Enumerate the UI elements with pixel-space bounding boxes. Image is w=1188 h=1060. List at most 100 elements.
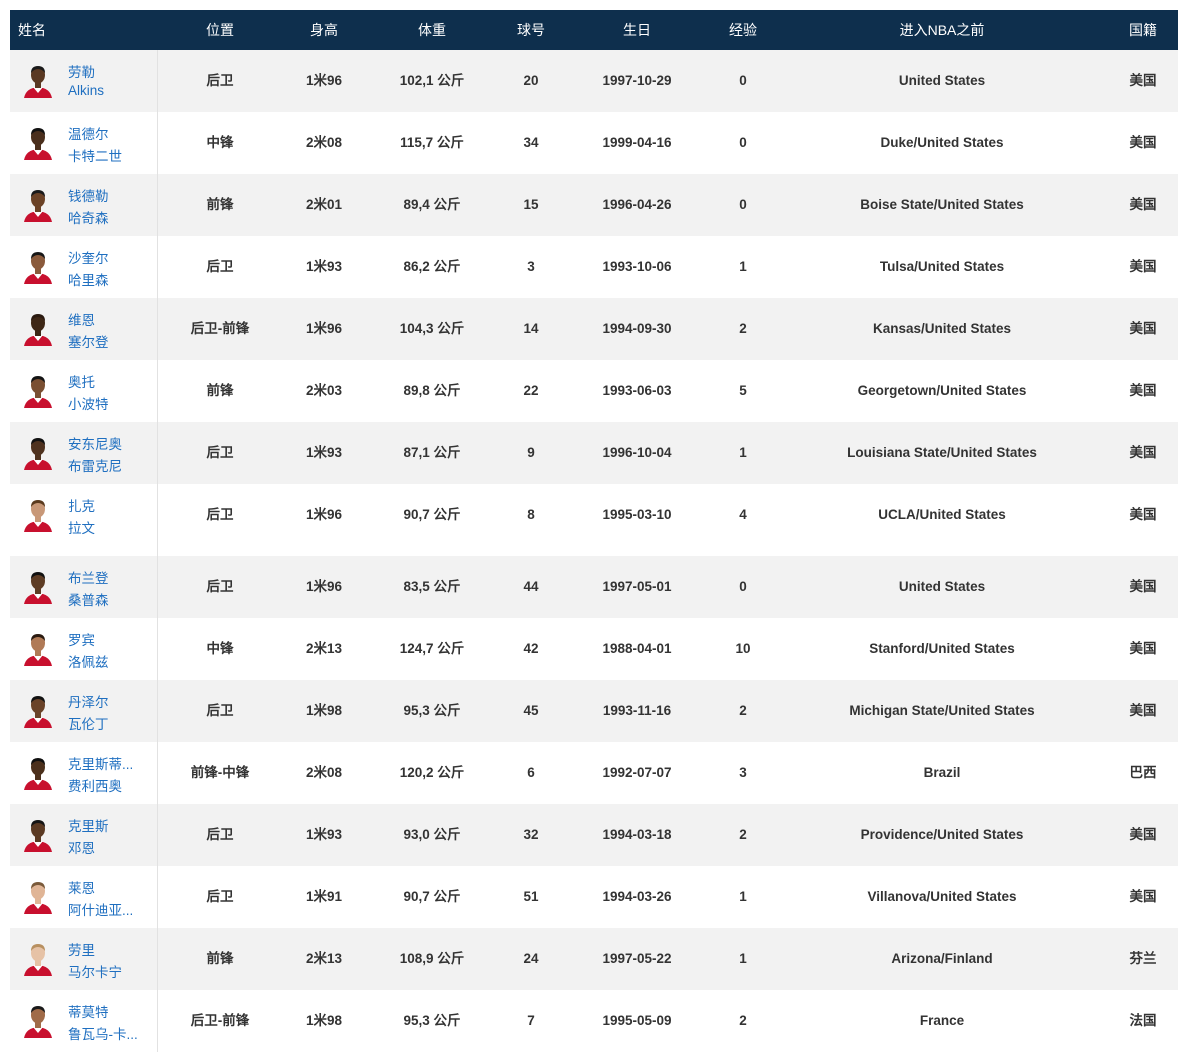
player-first-name-link[interactable]: 罗宾 [68, 629, 95, 649]
player-weight: 93,0 公斤 [403, 827, 461, 842]
player-first-name-link[interactable]: 布兰登 [68, 567, 109, 587]
player-nationality: 美国 [1129, 579, 1157, 594]
player-first-name-link[interactable]: 沙奎尔 [68, 247, 109, 267]
player-nationality: 美国 [1129, 703, 1157, 718]
player-last-name-link[interactable]: 洛佩兹 [68, 651, 109, 671]
player-avatar[interactable] [20, 434, 56, 470]
player-avatar[interactable] [20, 630, 56, 666]
player-avatar[interactable] [20, 816, 56, 852]
player-birthday: 1999-04-16 [602, 135, 672, 150]
player-avatar[interactable] [20, 878, 56, 914]
player-avatar[interactable] [20, 310, 56, 346]
player-experience: 2 [739, 321, 747, 336]
player-last-name-link[interactable]: 桑普森 [68, 589, 109, 609]
header-weight[interactable]: 体重 [418, 10, 446, 50]
header-nationality[interactable]: 国籍 [1129, 10, 1157, 50]
player-last-name-link[interactable]: 哈奇森 [68, 207, 109, 227]
player-first-name-link[interactable]: 钱德勒 [68, 185, 109, 205]
player-number: 34 [523, 135, 539, 150]
player-first-name-link[interactable]: 克里斯 [68, 815, 109, 835]
player-pre-nba: Tulsa/United States [879, 259, 1005, 274]
player-first-name-link[interactable]: 克里斯蒂... [68, 753, 133, 773]
player-first-name-link[interactable]: 安东尼奥 [68, 433, 122, 453]
player-first-name-link[interactable]: 蒂莫特 [68, 1001, 109, 1021]
table-row: 沙奎尔 哈里森 后卫 1米93 86,2 公斤 3 1993-10-06 1 Tulsa/Uni… [10, 236, 1178, 298]
player-last-name-link[interactable]: 费利西奥 [68, 775, 122, 795]
player-last-name-link[interactable]: 马尔卡宁 [68, 961, 122, 981]
player-birthday: 1993-10-06 [602, 259, 672, 274]
player-avatar[interactable] [20, 692, 56, 728]
player-avatar[interactable] [20, 124, 56, 160]
player-last-name-link[interactable]: 鲁瓦乌-卡... [68, 1023, 138, 1043]
player-first-name-link[interactable]: 劳里 [68, 939, 95, 959]
player-first-name-link[interactable]: 温德尔 [68, 123, 109, 143]
player-height: 2米08 [305, 135, 343, 150]
player-name-cell: 莱恩 阿什迪亚... [10, 866, 158, 928]
player-pre-nba: Kansas/United States [872, 321, 1012, 336]
player-avatar[interactable] [20, 186, 56, 222]
player-avatar[interactable] [20, 754, 56, 790]
table-row: 扎克 拉文 后卫 1米96 90,7 公斤 8 1995-03-10 4 UCLA/United… [10, 484, 1178, 546]
player-last-name-link[interactable]: 卡特二世 [68, 145, 122, 165]
player-experience: 4 [739, 507, 747, 522]
player-pre-nba: Boise State/United States [860, 197, 1024, 212]
header-experience[interactable]: 经验 [729, 10, 757, 50]
player-avatar[interactable] [20, 1002, 56, 1038]
player-avatar[interactable] [20, 62, 56, 98]
player-first-name-link[interactable]: 扎克 [68, 495, 95, 515]
player-experience: 1 [739, 889, 747, 904]
player-nationality: 美国 [1129, 445, 1157, 460]
player-first-name-link[interactable]: 劳勒 [68, 61, 95, 81]
player-last-name-link[interactable]: 小波特 [68, 393, 109, 413]
player-height: 1米98 [305, 1013, 343, 1028]
player-first-name-link[interactable]: 莱恩 [68, 877, 95, 897]
header-number[interactable]: 球号 [517, 10, 545, 50]
header-name[interactable]: 姓名 [18, 10, 46, 50]
player-birthday: 1994-03-26 [602, 889, 672, 904]
player-number: 14 [523, 321, 539, 336]
player-last-name-link[interactable]: 拉文 [68, 517, 95, 537]
player-first-name-link[interactable]: 丹泽尔 [68, 691, 109, 711]
header-position[interactable]: 位置 [206, 10, 234, 50]
table-header: 姓名 位置 身高 体重 球号 生日 经验 进入NBA之前 国籍 [10, 10, 1178, 50]
player-height: 1米96 [305, 321, 343, 336]
player-pre-nba: Duke/United States [880, 135, 1004, 150]
player-position: 后卫 [206, 259, 234, 274]
player-nationality: 法国 [1129, 1013, 1157, 1028]
player-avatar[interactable] [20, 568, 56, 604]
player-pre-nba: Stanford/United States [869, 641, 1015, 656]
player-last-name-link[interactable]: 塞尔登 [68, 331, 109, 351]
player-weight: 89,8 公斤 [403, 383, 461, 398]
player-nationality: 美国 [1129, 259, 1157, 274]
player-last-name-link[interactable]: 哈里森 [68, 269, 109, 289]
player-last-name-link[interactable]: 阿什迪亚... [68, 899, 133, 919]
player-avatar[interactable] [20, 940, 56, 976]
header-pre-nba[interactable]: 进入NBA之前 [900, 10, 985, 50]
player-height: 2米13 [305, 951, 343, 966]
player-last-name-link[interactable]: 瓦伦丁 [68, 713, 109, 733]
player-first-name-link[interactable]: 奥托 [68, 371, 95, 391]
player-weight: 86,2 公斤 [403, 259, 461, 274]
player-birthday: 1995-05-09 [602, 1013, 672, 1028]
player-experience: 10 [735, 641, 751, 656]
player-number: 45 [523, 703, 539, 718]
player-weight: 104,3 公斤 [399, 321, 465, 336]
player-first-name-link[interactable]: 维恩 [68, 309, 95, 329]
table-row: 蒂莫特 鲁瓦乌-卡... 后卫-前锋 1米98 95,3 公斤 7 1995-05-09 2 F… [10, 990, 1178, 1052]
player-last-name-link[interactable]: 布雷克尼 [68, 455, 122, 475]
player-last-name-link[interactable]: 邓恩 [68, 837, 95, 857]
header-height[interactable]: 身高 [310, 10, 338, 50]
player-birthday: 1993-11-16 [602, 703, 672, 718]
player-avatar[interactable] [20, 496, 56, 532]
header-birthday[interactable]: 生日 [623, 10, 651, 50]
player-avatar[interactable] [20, 248, 56, 284]
player-experience: 0 [739, 73, 747, 88]
player-nationality: 芬兰 [1129, 951, 1157, 966]
player-name-cell: 劳里 马尔卡宁 [10, 928, 158, 990]
player-pre-nba: Providence/United States [860, 827, 1024, 842]
player-number: 44 [523, 579, 539, 594]
player-avatar[interactable] [20, 372, 56, 408]
player-last-name-link[interactable]: Alkins [68, 83, 104, 98]
table-row: 安东尼奥 布雷克尼 后卫 1米93 87,1 公斤 9 1996-10-04 1 Louisia… [10, 422, 1178, 484]
group-divider [10, 546, 1178, 556]
